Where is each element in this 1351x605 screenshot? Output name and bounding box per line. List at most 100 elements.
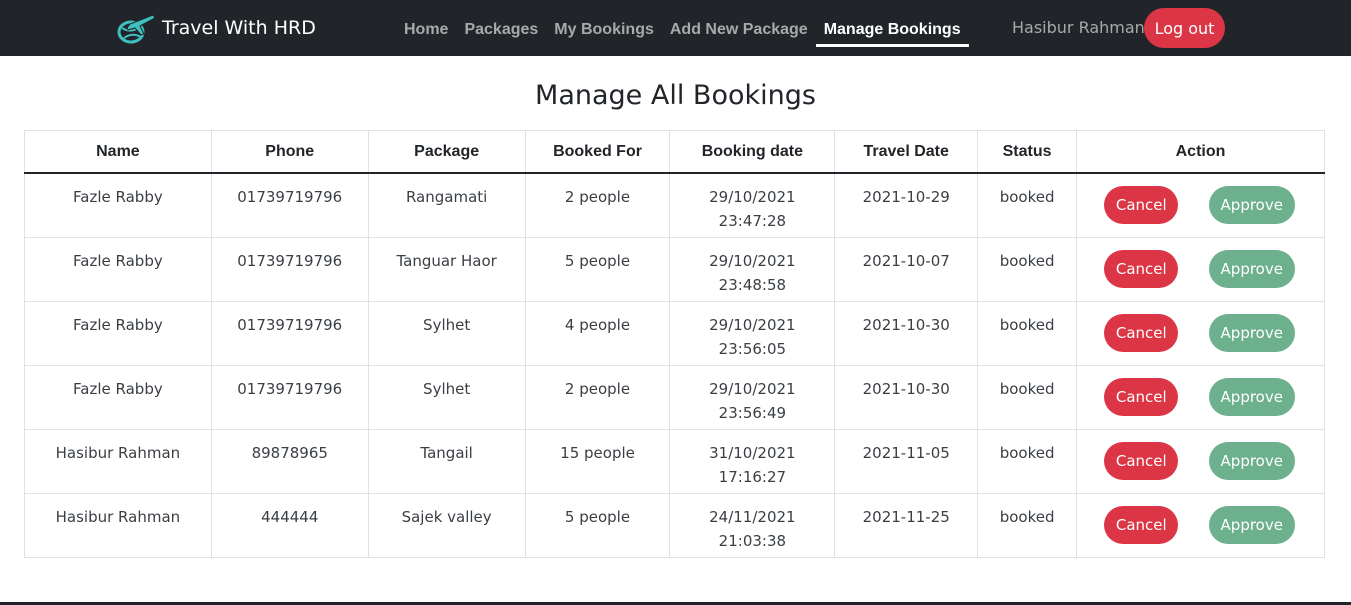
cell-booking-date: 24/11/2021 21:03:38 [669,492,836,558]
booking-time: 23:47:28 [718,212,787,230]
cell-travel-date: 2021-10-30 [834,364,979,430]
header-phone: Phone [210,130,369,174]
table-row: Fazle Rabby 01739719796 Sylhet 4 people … [24,300,1325,366]
booking-date: 29/10/2021 [709,188,796,206]
approve-button[interactable]: Approve [1208,442,1295,480]
cell-phone: 01739719796 [210,300,369,366]
cell-booked-for: 15 people [524,428,671,494]
approve-button[interactable]: Approve [1208,506,1295,544]
nav-home[interactable]: Home [396,0,456,56]
cell-booked-for: 5 people [524,236,671,302]
nav-manage-bookings[interactable]: Manage Bookings [815,0,969,56]
brand-name: Travel With HRD [162,17,316,39]
booking-date: 29/10/2021 [709,379,796,398]
cell-booking-date: 29/10/2021 23:47:28 [669,172,836,238]
cell-phone: 01739719796 [210,364,369,430]
header-action: Action [1076,130,1325,174]
cell-phone: 444444 [210,492,369,558]
cell-travel-date: 2021-10-29 [834,172,979,238]
cell-action: Cancel Approve [1076,364,1325,430]
header-booking-date: Booking date [669,130,836,174]
bookings-table: Name Phone Package Booked For Booking da… [24,130,1325,558]
navbar: Travel With HRD Home Packages My Booking… [0,0,1351,56]
cell-name: Fazle Rabby [24,300,212,366]
cell-package: Rangamati [367,172,526,238]
cell-booked-for: 5 people [524,492,671,558]
cell-booking-date: 29/10/2021 23:56:05 [669,300,836,366]
nav-links: Home Packages My Bookings Add New Packag… [396,0,969,56]
cell-travel-date: 2021-10-07 [834,236,979,302]
table-row: Fazle Rabby 01739719796 Sylhet 2 people … [24,364,1325,430]
cell-action: Cancel Approve [1076,300,1325,366]
booking-date: 29/10/2021 [709,251,796,270]
cell-status: booked [977,364,1078,430]
table-row: Fazle Rabby 01739719796 Rangamati 2 peop… [24,172,1325,238]
cell-name: Hasibur Rahman [24,492,212,558]
cell-status: booked [977,236,1078,302]
cell-name: Fazle Rabby [24,236,212,302]
cell-booked-for: 2 people [524,172,671,238]
cell-phone: 01739719796 [210,172,369,238]
cell-name: Hasibur Rahman [24,428,212,494]
cell-name: Fazle Rabby [24,364,212,430]
table-header-row: Name Phone Package Booked For Booking da… [24,130,1325,174]
cell-action: Cancel Approve [1076,172,1325,238]
cell-phone: 89878965 [210,428,369,494]
cancel-button[interactable]: Cancel [1104,442,1179,480]
header-package: Package [367,130,526,174]
cancel-button[interactable]: Cancel [1104,186,1179,225]
booking-date: 31/10/2021 [709,443,796,462]
cell-booking-date: 29/10/2021 23:48:58 [669,236,836,302]
approve-button[interactable]: Approve [1208,378,1295,416]
booking-time: 23:56:05 [718,339,787,358]
cell-package: Tangail [367,428,526,494]
cell-status: booked [977,428,1078,494]
booking-time: 17:16:27 [718,467,787,486]
cancel-button[interactable]: Cancel [1104,378,1179,416]
cell-travel-date: 2021-11-25 [834,492,979,558]
cancel-button[interactable]: Cancel [1104,506,1179,544]
cell-status: booked [977,172,1078,238]
cancel-button[interactable]: Cancel [1104,250,1179,288]
cell-action: Cancel Approve [1076,236,1325,302]
header-status: Status [977,130,1078,174]
nav-add-new-package[interactable]: Add New Package [662,0,816,56]
cell-package: Tanguar Haor [367,236,526,302]
cell-booked-for: 2 people [524,364,671,430]
logout-button[interactable]: Log out [1144,8,1225,48]
cell-package: Sajek valley [367,492,526,558]
cell-phone: 01739719796 [210,236,369,302]
table-row: Hasibur Rahman 444444 Sajek valley 5 peo… [24,492,1325,558]
nav-packages[interactable]: Packages [456,0,546,56]
table-row: Hasibur Rahman 89878965 Tangail 15 peopl… [24,428,1325,494]
header-booked-for: Booked For [524,130,671,174]
cell-action: Cancel Approve [1076,428,1325,494]
nav-my-bookings[interactable]: My Bookings [546,0,662,56]
approve-button[interactable]: Approve [1208,250,1295,288]
cell-status: booked [977,492,1078,558]
cell-booking-date: 29/10/2021 23:56:49 [669,364,836,430]
cell-package: Sylhet [367,364,526,430]
booking-time: 23:56:49 [718,403,787,422]
airplane-globe-icon [116,12,156,44]
booking-time: 21:03:38 [718,531,787,550]
booking-date: 24/11/2021 [709,507,796,526]
brand[interactable]: Travel With HRD [116,12,316,44]
cell-booked-for: 4 people [524,300,671,366]
approve-button[interactable]: Approve [1208,314,1295,352]
cancel-button[interactable]: Cancel [1104,314,1179,352]
cell-travel-date: 2021-11-05 [834,428,979,494]
header-name: Name [24,130,212,174]
booking-time: 23:48:58 [718,275,787,294]
cell-booking-date: 31/10/2021 17:16:27 [669,428,836,494]
cell-name: Fazle Rabby [24,172,212,238]
cell-package: Sylhet [367,300,526,366]
header-travel-date: Travel Date [834,130,979,174]
booking-date: 29/10/2021 [709,315,796,334]
user-name: Hasibur Rahman [1012,18,1145,37]
approve-button[interactable]: Approve [1208,186,1295,225]
cell-travel-date: 2021-10-30 [834,300,979,366]
cell-action: Cancel Approve [1076,492,1325,558]
cell-status: booked [977,300,1078,366]
page-title: Manage All Bookings [535,80,816,111]
